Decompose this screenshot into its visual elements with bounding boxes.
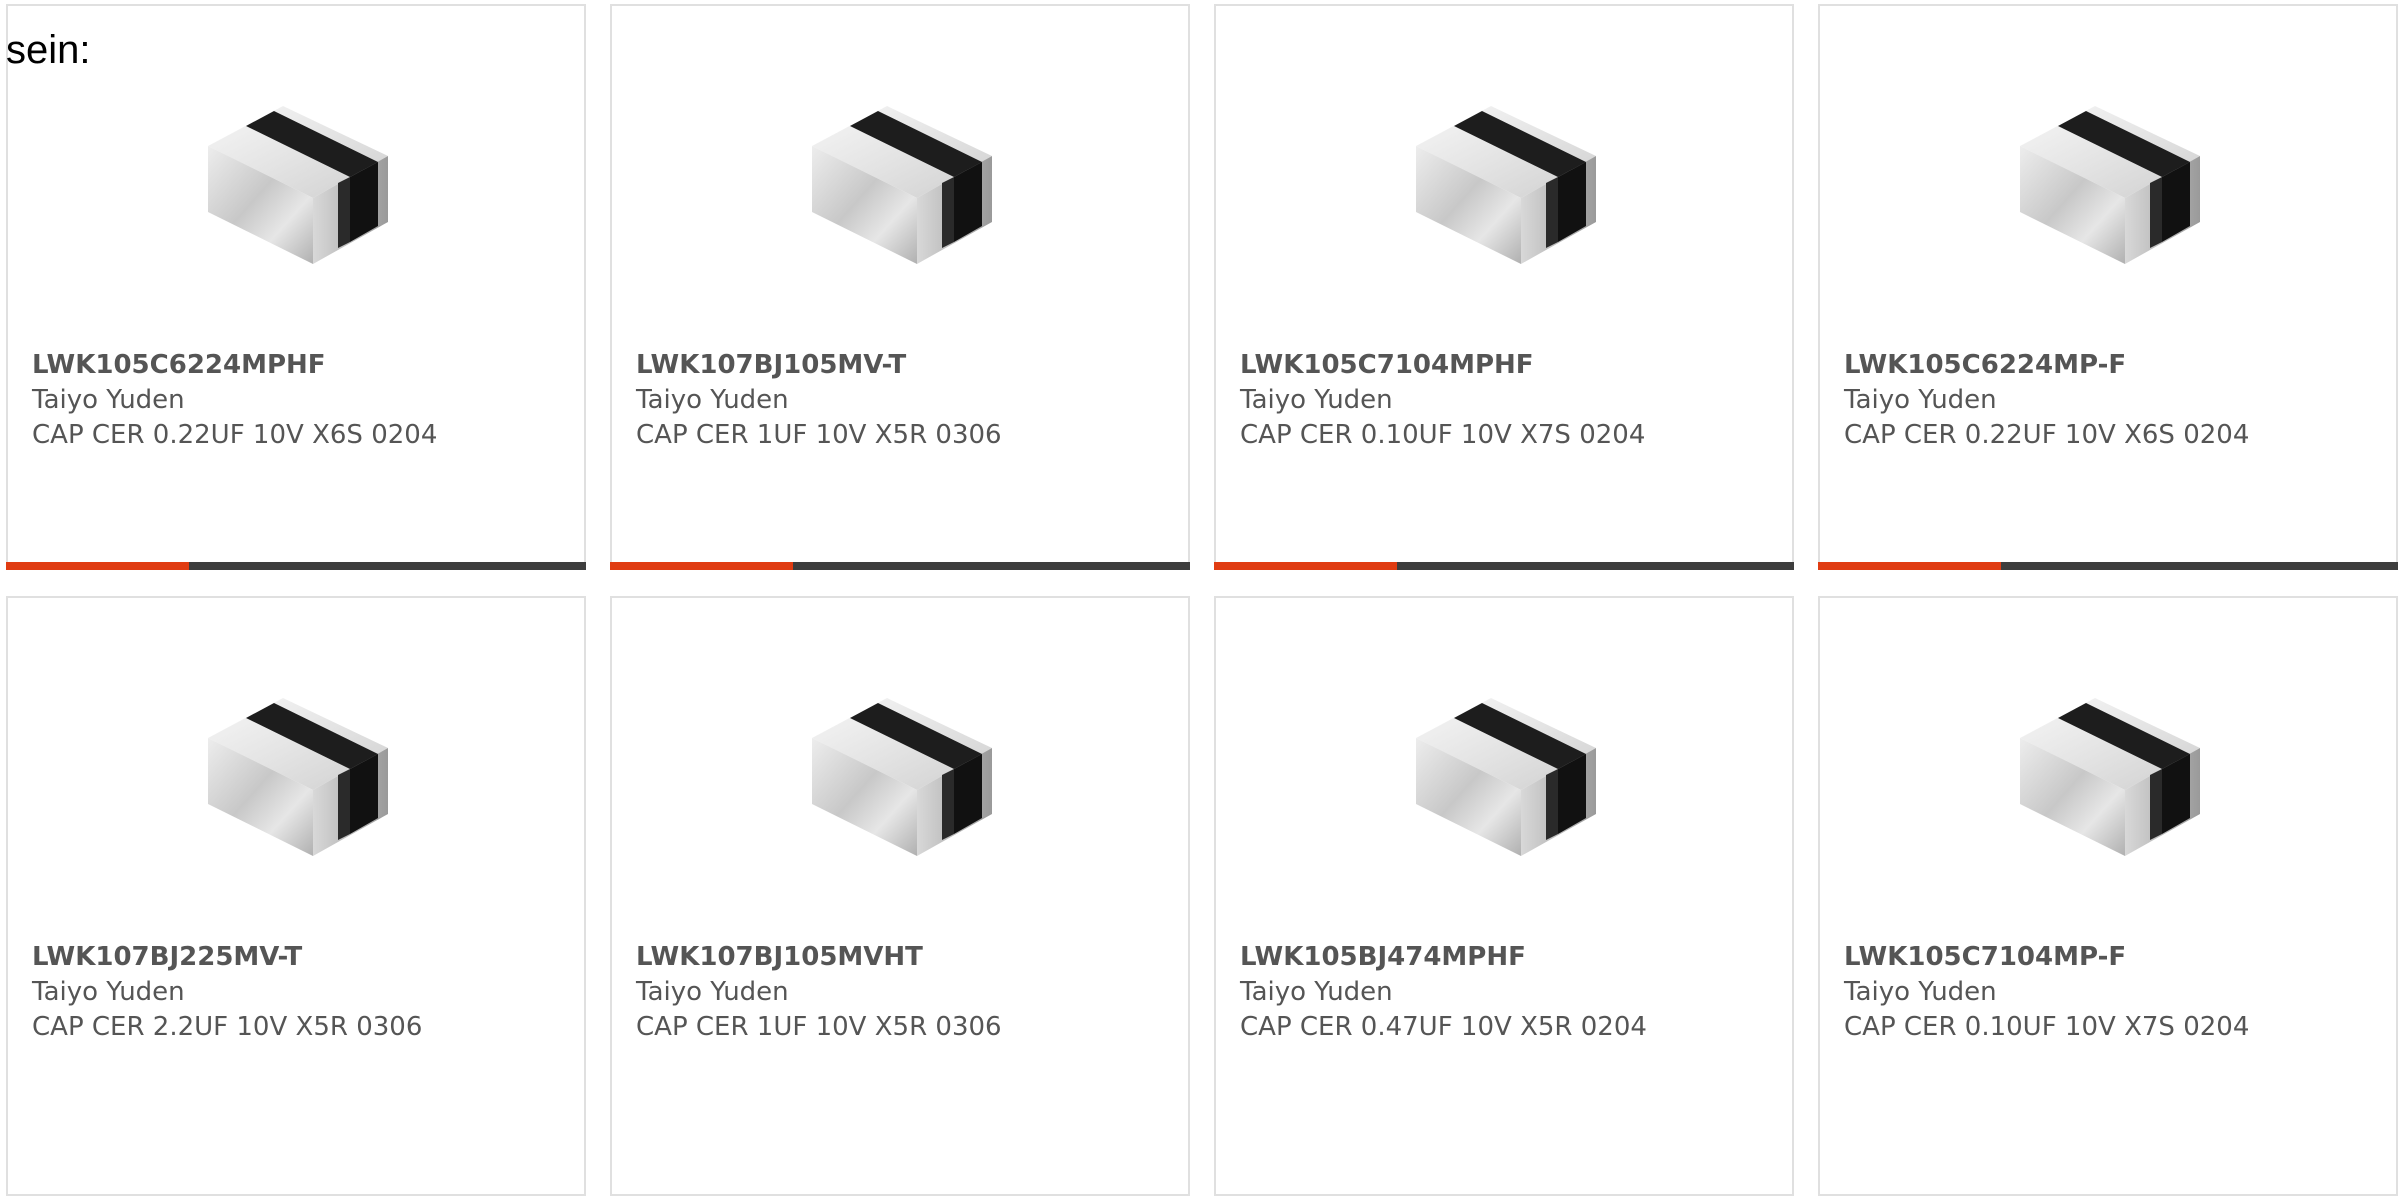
part-number[interactable]: LWK105C6224MP-F bbox=[1844, 348, 2372, 383]
manufacturer: Taiyo Yuden bbox=[1240, 385, 1393, 415]
ceramic-capacitor-image bbox=[1396, 668, 1616, 878]
ceramic-capacitor-image bbox=[1396, 76, 1616, 286]
manufacturer: Taiyo Yuden bbox=[32, 977, 185, 1007]
card-bar bbox=[610, 562, 1190, 570]
manufacturer: Taiyo Yuden bbox=[636, 385, 789, 415]
product-grid: LWK105C6224MPHF Taiyo Yuden CAP CER 0.22… bbox=[6, 4, 2400, 1196]
product-info: LWK105C7104MP-F Taiyo Yuden CAP CER 0.10… bbox=[1844, 940, 2372, 1045]
ceramic-capacitor-image bbox=[792, 668, 1012, 878]
part-number[interactable]: LWK105C7104MP-F bbox=[1844, 940, 2372, 975]
card-bar-accent bbox=[6, 562, 189, 570]
ceramic-capacitor-image bbox=[792, 76, 1012, 286]
heading-fragment: sein: bbox=[6, 28, 91, 72]
part-number[interactable]: LWK105BJ474MPHF bbox=[1240, 940, 1768, 975]
ceramic-capacitor-image bbox=[188, 76, 408, 286]
ceramic-capacitor-image bbox=[2000, 668, 2220, 878]
product-info: LWK105BJ474MPHF Taiyo Yuden CAP CER 0.47… bbox=[1240, 940, 1768, 1045]
product-card[interactable]: LWK107BJ105MV-T Taiyo Yuden CAP CER 1UF … bbox=[610, 4, 1190, 570]
product-description: CAP CER 0.22UF 10V X6S 0204 bbox=[32, 420, 438, 450]
card-bar-accent bbox=[1818, 562, 2001, 570]
card-bar-accent bbox=[1214, 562, 1397, 570]
product-card[interactable]: LWK107BJ105MVHT Taiyo Yuden CAP CER 1UF … bbox=[610, 596, 1190, 1196]
card-bar bbox=[6, 562, 586, 570]
card-bar bbox=[1214, 562, 1794, 570]
product-info: LWK107BJ225MV-T Taiyo Yuden CAP CER 2.2U… bbox=[32, 940, 560, 1045]
part-number[interactable]: LWK107BJ105MV-T bbox=[636, 348, 1164, 383]
product-info: LWK107BJ105MVHT Taiyo Yuden CAP CER 1UF … bbox=[636, 940, 1164, 1045]
product-info: LWK105C6224MP-F Taiyo Yuden CAP CER 0.22… bbox=[1844, 348, 2372, 453]
part-number[interactable]: LWK107BJ105MVHT bbox=[636, 940, 1164, 975]
product-description: CAP CER 0.22UF 10V X6S 0204 bbox=[1844, 420, 2250, 450]
product-card[interactable]: LWK105BJ474MPHF Taiyo Yuden CAP CER 0.47… bbox=[1214, 596, 1794, 1196]
ceramic-capacitor-image bbox=[2000, 76, 2220, 286]
manufacturer: Taiyo Yuden bbox=[636, 977, 789, 1007]
part-number[interactable]: LWK105C7104MPHF bbox=[1240, 348, 1768, 383]
part-number[interactable]: LWK107BJ225MV-T bbox=[32, 940, 560, 975]
product-card[interactable]: LWK105C6224MPHF Taiyo Yuden CAP CER 0.22… bbox=[6, 4, 586, 570]
product-card[interactable]: LWK105C7104MPHF Taiyo Yuden CAP CER 0.10… bbox=[1214, 4, 1794, 570]
manufacturer: Taiyo Yuden bbox=[1844, 977, 1997, 1007]
manufacturer: Taiyo Yuden bbox=[32, 385, 185, 415]
product-description: CAP CER 1UF 10V X5R 0306 bbox=[636, 1012, 1002, 1042]
product-description: CAP CER 0.47UF 10V X5R 0204 bbox=[1240, 1012, 1647, 1042]
product-info: LWK107BJ105MV-T Taiyo Yuden CAP CER 1UF … bbox=[636, 348, 1164, 453]
product-description: CAP CER 0.10UF 10V X7S 0204 bbox=[1844, 1012, 2250, 1042]
manufacturer: Taiyo Yuden bbox=[1844, 385, 1997, 415]
card-bar bbox=[1818, 562, 2398, 570]
product-description: CAP CER 0.10UF 10V X7S 0204 bbox=[1240, 420, 1646, 450]
product-card[interactable]: LWK107BJ225MV-T Taiyo Yuden CAP CER 2.2U… bbox=[6, 596, 586, 1196]
product-description: CAP CER 2.2UF 10V X5R 0306 bbox=[32, 1012, 423, 1042]
part-number[interactable]: LWK105C6224MPHF bbox=[32, 348, 560, 383]
product-card[interactable]: LWK105C6224MP-F Taiyo Yuden CAP CER 0.22… bbox=[1818, 4, 2398, 570]
product-description: CAP CER 1UF 10V X5R 0306 bbox=[636, 420, 1002, 450]
product-info: LWK105C7104MPHF Taiyo Yuden CAP CER 0.10… bbox=[1240, 348, 1768, 453]
manufacturer: Taiyo Yuden bbox=[1240, 977, 1393, 1007]
card-bar-accent bbox=[610, 562, 793, 570]
ceramic-capacitor-image bbox=[188, 668, 408, 878]
product-info: LWK105C6224MPHF Taiyo Yuden CAP CER 0.22… bbox=[32, 348, 560, 453]
product-card[interactable]: LWK105C7104MP-F Taiyo Yuden CAP CER 0.10… bbox=[1818, 596, 2398, 1196]
